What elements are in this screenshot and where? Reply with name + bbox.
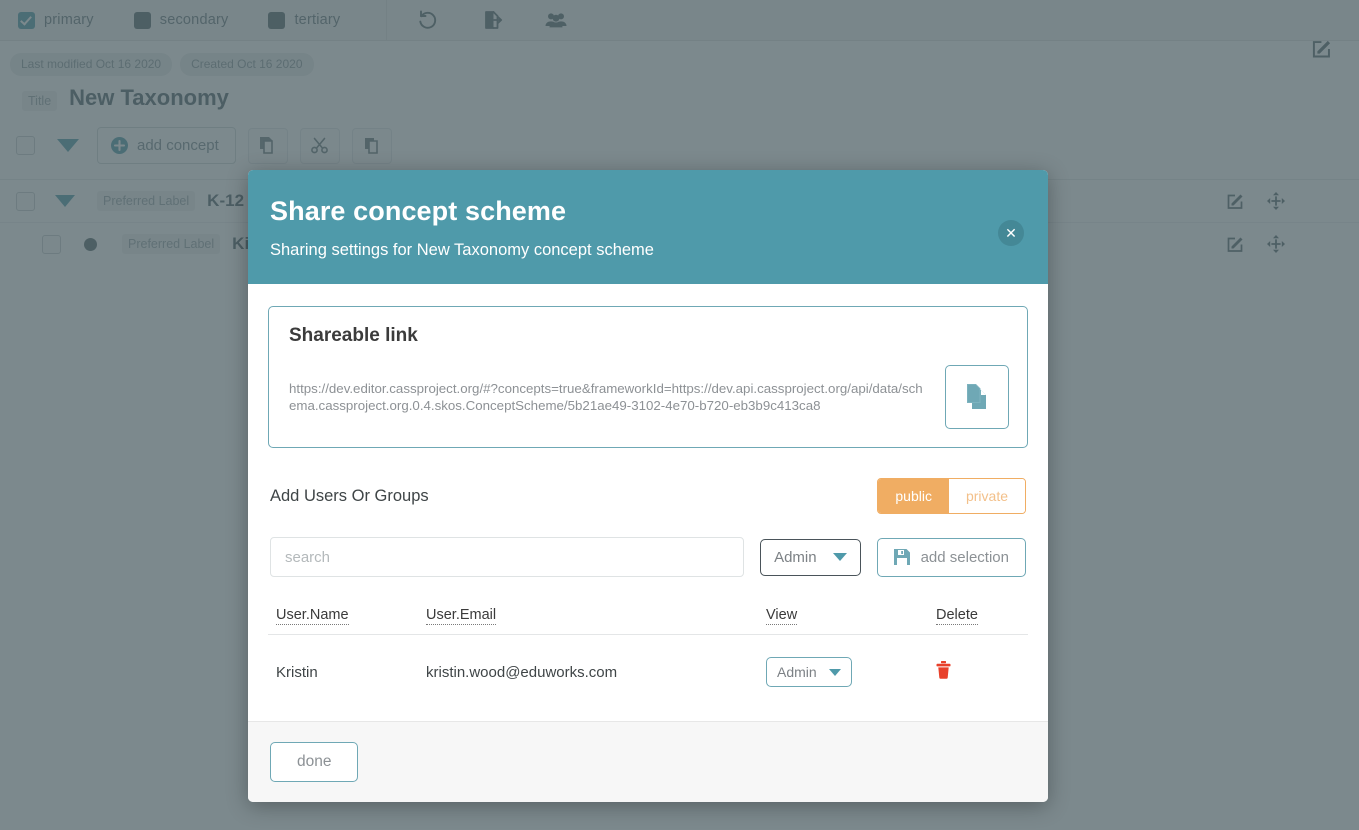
cell-delete	[936, 635, 1028, 704]
role-select[interactable]: Admin	[760, 538, 861, 576]
dialog-subtitle: Sharing settings for New Taxonomy concep…	[270, 241, 654, 259]
role-select-value: Admin	[774, 548, 817, 566]
copy-icon	[967, 384, 986, 409]
shared-users-table: User.Name User.Email View Delete Kristin…	[268, 607, 1028, 703]
share-concept-scheme-dialog: Share concept scheme Sharing settings fo…	[248, 170, 1048, 802]
chevron-down-icon	[828, 668, 841, 676]
dialog-title: Share concept scheme	[270, 196, 567, 226]
cell-user-name: Kristin	[276, 663, 318, 681]
column-header-view: View	[766, 607, 936, 635]
trash-icon	[936, 661, 951, 679]
cell-view: Admin	[766, 635, 936, 704]
table-header-row: User.Name User.Email View Delete	[268, 607, 1028, 635]
chevron-down-icon	[832, 553, 847, 561]
shareable-link-url[interactable]: https://dev.editor.cassproject.org/#?con…	[289, 380, 927, 415]
close-icon[interactable]: ✕	[998, 220, 1024, 246]
visibility-option-public[interactable]: public	[878, 479, 949, 513]
copy-link-button[interactable]	[945, 365, 1009, 429]
shareable-link-heading: Shareable link	[289, 325, 418, 346]
search-input[interactable]	[270, 537, 745, 577]
add-users-controls: Admin add selection	[270, 537, 1026, 577]
delete-user-button[interactable]	[936, 661, 951, 682]
table-row: Kristin kristin.wood@eduworks.com Admin	[268, 635, 1028, 704]
cell-user-email: kristin.wood@eduworks.com	[426, 663, 618, 681]
column-header-delete: Delete	[936, 607, 1028, 635]
row-role-value: Admin	[777, 664, 817, 680]
dialog-body: Shareable link https://dev.editor.casspr…	[248, 284, 1048, 721]
column-header-user-name: User.Name	[268, 607, 426, 635]
visibility-option-private[interactable]: private	[948, 479, 1025, 513]
save-floppy-icon	[893, 549, 910, 565]
column-header-user-email: User.Email	[426, 607, 766, 635]
add-selection-button[interactable]: add selection	[876, 537, 1026, 577]
add-selection-label: add selection	[920, 548, 1009, 566]
visibility-toggle: public private	[877, 478, 1026, 514]
shareable-link-card: Shareable link https://dev.editor.casspr…	[268, 306, 1028, 448]
dialog-header: Share concept scheme Sharing settings fo…	[248, 170, 1048, 284]
dialog-footer: done	[248, 721, 1048, 802]
add-users-label: Add Users Or Groups	[270, 486, 429, 505]
row-role-select[interactable]: Admin	[766, 657, 852, 687]
add-users-header: Add Users Or Groups public private	[270, 478, 1026, 514]
done-button[interactable]: done	[270, 742, 359, 782]
